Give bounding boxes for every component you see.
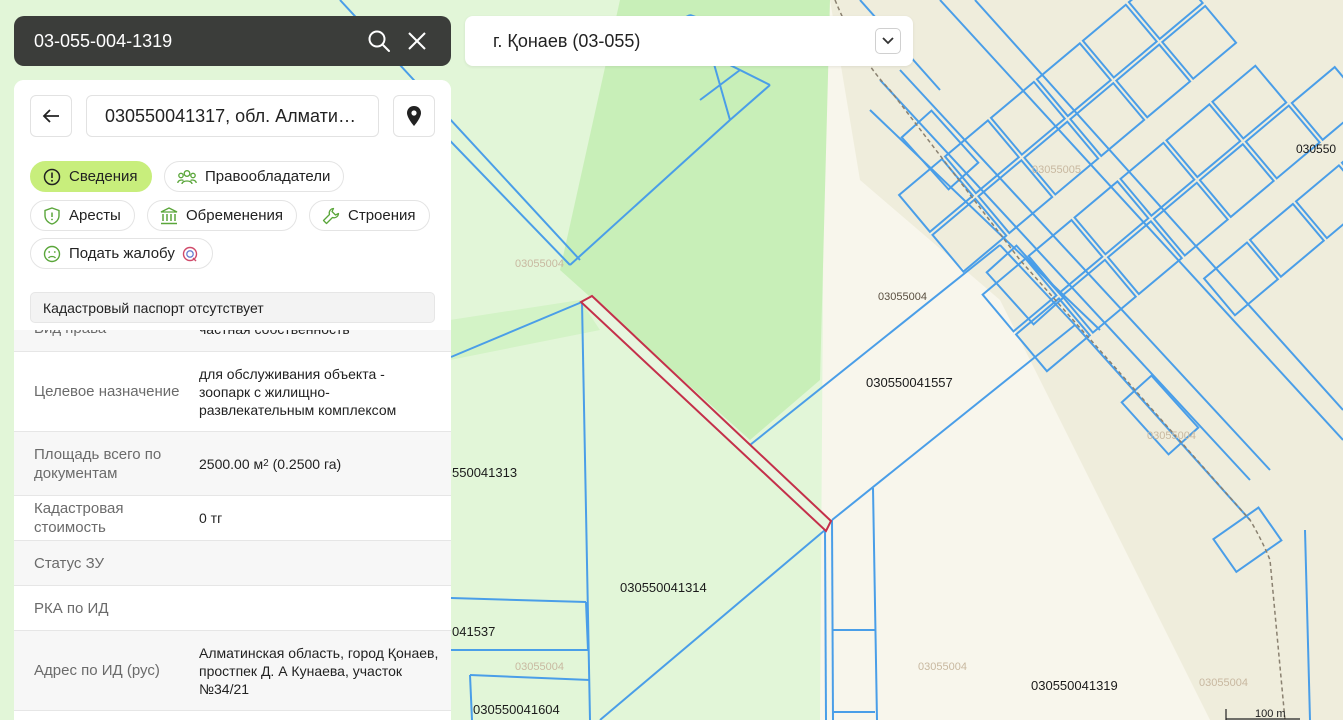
chevron-down-icon[interactable] <box>875 28 901 54</box>
table-row: Целевое назначение для обслуживания объе… <box>14 352 451 432</box>
info-circle-icon <box>43 168 61 186</box>
parcel-attributes-table: Вид права частная собственность Целевое … <box>14 306 451 711</box>
row-label: Площадь всего по документам <box>34 445 162 482</box>
row-value: 0 тг <box>199 510 223 526</box>
row-value <box>199 586 451 630</box>
row-value <box>199 541 451 585</box>
wrench-icon <box>322 207 340 225</box>
map-pin-icon <box>407 106 421 126</box>
close-icon[interactable] <box>403 27 431 55</box>
sad-face-icon <box>43 245 61 263</box>
arrow-left-icon <box>42 109 59 123</box>
tab-info-label: Сведения <box>69 168 138 185</box>
parcel-info-panel: Вид права частная собственность Целевое … <box>14 80 451 720</box>
table-row: Кадастровая стоимость 0 тг <box>14 496 451 541</box>
tab-encumbrances[interactable]: Обременения <box>147 200 298 231</box>
table-row: РКА по ИД <box>14 586 451 631</box>
tab-buildings-label: Строения <box>348 207 416 224</box>
tab-arrests-label: Аресты <box>69 207 121 224</box>
row-value: 2500.00 м2 (0.2500 га) <box>199 455 342 472</box>
scale-label: 100 m <box>1255 708 1286 720</box>
table-row: Адрес по ИД (рус) Алматинская область, г… <box>14 631 451 711</box>
table-row: Статус ЗУ <box>14 541 451 586</box>
parcel-label: 041537 <box>452 624 496 639</box>
block-label: 03055005 <box>1032 164 1081 176</box>
area-value: 2500.00 м <box>199 455 264 472</box>
search-bar[interactable]: 03-055-004-1319 <box>14 16 451 66</box>
block-label: 03055004 <box>1147 430 1196 442</box>
users-group-icon <box>177 168 197 186</box>
row-value: Алматинская область, город Қонаев, прост… <box>199 644 439 697</box>
back-button[interactable] <box>30 95 72 137</box>
tab-owners[interactable]: Правообладатели <box>164 161 345 192</box>
region-selected-value: г. Қонаев (03-055) <box>493 30 641 51</box>
row-label: РКА по ИД <box>34 599 109 617</box>
tab-arrests[interactable]: Аресты <box>30 200 135 231</box>
block-label: 03055004 <box>515 661 564 673</box>
panel-header: 030550041317, обл. Алматинская, г. Қонае… <box>14 80 451 330</box>
bank-icon <box>160 206 178 225</box>
parcel-label: 550041313 <box>452 465 518 480</box>
shield-alert-icon <box>43 206 61 225</box>
area-hectares: (0.2500 га) <box>268 455 342 472</box>
row-value: для обслуживания объекта - зоопарк с жил… <box>199 365 397 418</box>
search-input[interactable]: 03-055-004-1319 <box>34 31 355 52</box>
parcel-label: 030550041314 <box>620 580 707 595</box>
tab-buildings[interactable]: Строения <box>309 200 430 231</box>
tab-encumbrances-label: Обременения <box>186 207 284 224</box>
block-label: 03055004 <box>515 258 564 270</box>
region-select[interactable]: г. Қонаев (03-055) <box>465 16 913 66</box>
block-label: 03055004 <box>918 661 967 673</box>
table-row: Площадь всего по документам 2500.00 м2 (… <box>14 432 451 496</box>
block-label: 03055004 <box>1199 677 1248 689</box>
row-label: Целевое назначение <box>34 383 180 400</box>
cadastral-passport-notice: Кадастровый паспорт отсутствует <box>30 292 435 323</box>
tab-owners-label: Правообладатели <box>205 168 331 185</box>
locate-button[interactable] <box>393 95 435 137</box>
parcel-title: 030550041317, обл. Алматинская, г. Қонае… <box>86 95 379 137</box>
tab-info[interactable]: Сведения <box>30 161 152 192</box>
row-label: Статус ЗУ <box>34 554 105 572</box>
row-label: Адрес по ИД (рус) <box>34 662 160 679</box>
block-label: 03055004 <box>878 291 927 303</box>
parcel-label: 030550041604 <box>473 702 560 717</box>
block-label: 030550 <box>1296 142 1337 156</box>
search-icon[interactable] <box>365 27 393 55</box>
chat-badge-icon <box>181 245 199 263</box>
row-label: Кадастровая стоимость <box>34 500 124 536</box>
parcel-title-text: 030550041317, обл. Алматинская, г. Қонае… <box>105 105 360 126</box>
parcel-label: 030550041557 <box>866 375 953 390</box>
parcel-label: 030550041319 <box>1031 678 1118 693</box>
complaint-button[interactable]: Подать жалобу <box>30 238 213 269</box>
complaint-label: Подать жалобу <box>69 245 175 262</box>
